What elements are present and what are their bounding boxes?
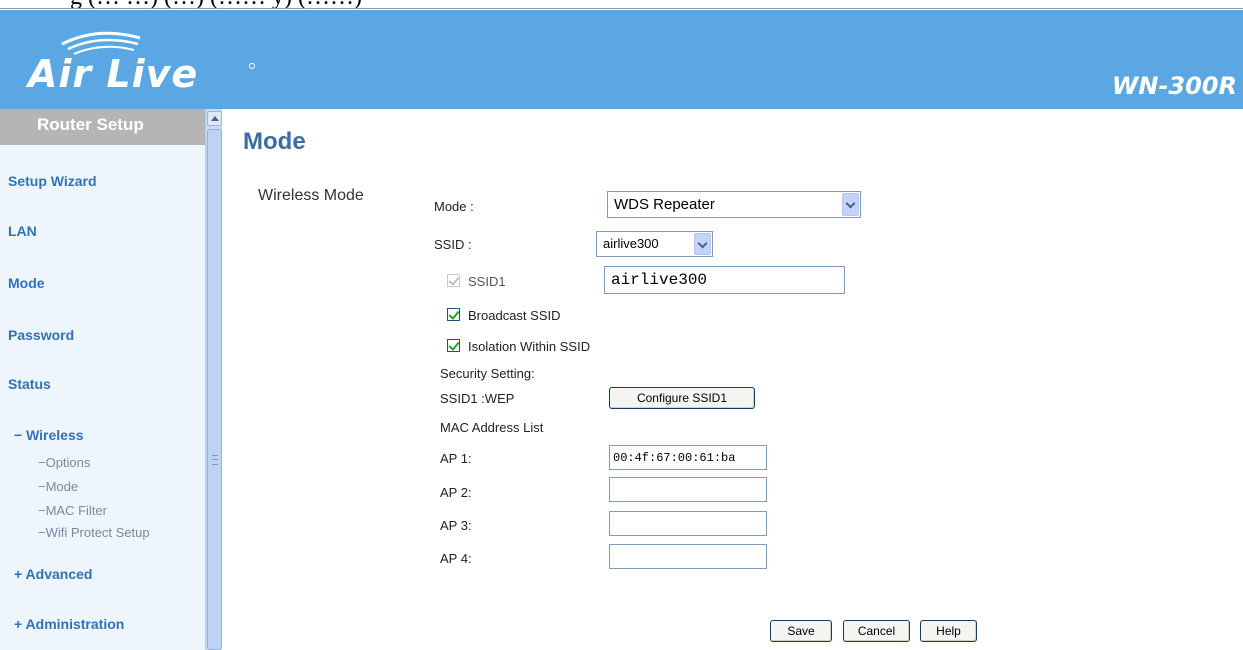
chevron-down-icon xyxy=(694,233,711,255)
sidebar-subitem-wifi-protect-setup[interactable]: −Wifi Protect Setup xyxy=(38,525,150,540)
mac-address-list-heading: MAC Address List xyxy=(440,420,544,435)
mode-select-value: WDS Repeater xyxy=(614,196,715,213)
page-title: Mode xyxy=(243,128,306,155)
save-button[interactable]: Save xyxy=(770,620,832,642)
sidebar-item-password[interactable]: Password xyxy=(8,327,74,343)
isolation-ssid-label: Isolation Within SSID xyxy=(468,339,591,354)
configure-ssid1-button[interactable]: Configure SSID1 xyxy=(609,387,755,409)
sidebar-item-status[interactable]: Status xyxy=(8,376,51,392)
top-cropped-strip: g (… …) (…) (…… y) (……) xyxy=(0,0,1243,10)
sidebar-subitem-mac-filter[interactable]: −MAC Filter xyxy=(38,503,107,518)
ap4-label: AP 4: xyxy=(440,551,472,566)
mode-label: Mode : xyxy=(434,199,474,214)
logo-text: Air Live xyxy=(28,52,199,96)
section-label: Wireless Mode xyxy=(258,187,364,204)
ap4-mac-input[interactable] xyxy=(609,544,767,569)
ssid1-checkbox xyxy=(447,274,460,287)
sidebar-title: Router Setup xyxy=(0,109,205,145)
broadcast-ssid-checkbox[interactable] xyxy=(447,308,460,321)
sidebar-item-wireless[interactable]: − Wireless xyxy=(14,427,84,443)
ssid-select-value: airlive300 xyxy=(603,236,659,251)
sidebar-subitem-mode[interactable]: −Mode xyxy=(38,479,78,494)
ssid1-name-input[interactable]: airlive300 xyxy=(604,266,845,294)
scroll-up-arrow-icon[interactable] xyxy=(207,111,222,126)
chevron-down-icon xyxy=(842,193,859,216)
scrollbar-thumb[interactable] xyxy=(207,129,222,650)
mode-select[interactable]: WDS Repeater xyxy=(607,191,861,218)
ap3-mac-input[interactable] xyxy=(609,511,767,536)
top-divider xyxy=(0,8,1243,9)
sidebar-item-setup-wizard[interactable]: Setup Wizard xyxy=(8,173,97,189)
ap1-label: AP 1: xyxy=(440,451,472,466)
sidebar-item-administration[interactable]: + Administration xyxy=(14,616,124,632)
help-button[interactable]: Help xyxy=(920,620,977,642)
sidebar-subitem-options[interactable]: −Options xyxy=(38,455,90,470)
sidebar-item-advanced[interactable]: + Advanced xyxy=(14,566,92,582)
security-heading: Security Setting: xyxy=(440,366,535,381)
ssid1-label: SSID1 xyxy=(468,274,506,289)
ap2-mac-input[interactable] xyxy=(609,477,767,502)
ap2-label: AP 2: xyxy=(440,485,472,500)
ap1-mac-input[interactable]: 00:4f:67:00:61:ba xyxy=(609,445,767,470)
sidebar-item-mode[interactable]: Mode xyxy=(8,275,45,291)
security-ssid1-wep: SSID1 :WEP xyxy=(440,391,515,406)
broadcast-ssid-label: Broadcast SSID xyxy=(468,308,561,323)
cancel-button[interactable]: Cancel xyxy=(843,620,910,642)
ssid-select[interactable]: airlive300 xyxy=(596,231,713,257)
header-banner: Air Live WN-300R xyxy=(0,10,1243,109)
isolation-ssid-checkbox[interactable] xyxy=(447,339,460,352)
sidebar-scrollbar[interactable] xyxy=(205,109,222,650)
ap3-label: AP 3: xyxy=(440,518,472,533)
scroll-grip-icon xyxy=(212,455,218,465)
sidebar-item-lan[interactable]: LAN xyxy=(8,223,37,239)
sidebar: Router Setup Setup Wizard LAN Mode Passw… xyxy=(0,109,205,650)
model-name: WN-300R xyxy=(1111,72,1237,100)
ssid-label: SSID : xyxy=(434,237,472,252)
